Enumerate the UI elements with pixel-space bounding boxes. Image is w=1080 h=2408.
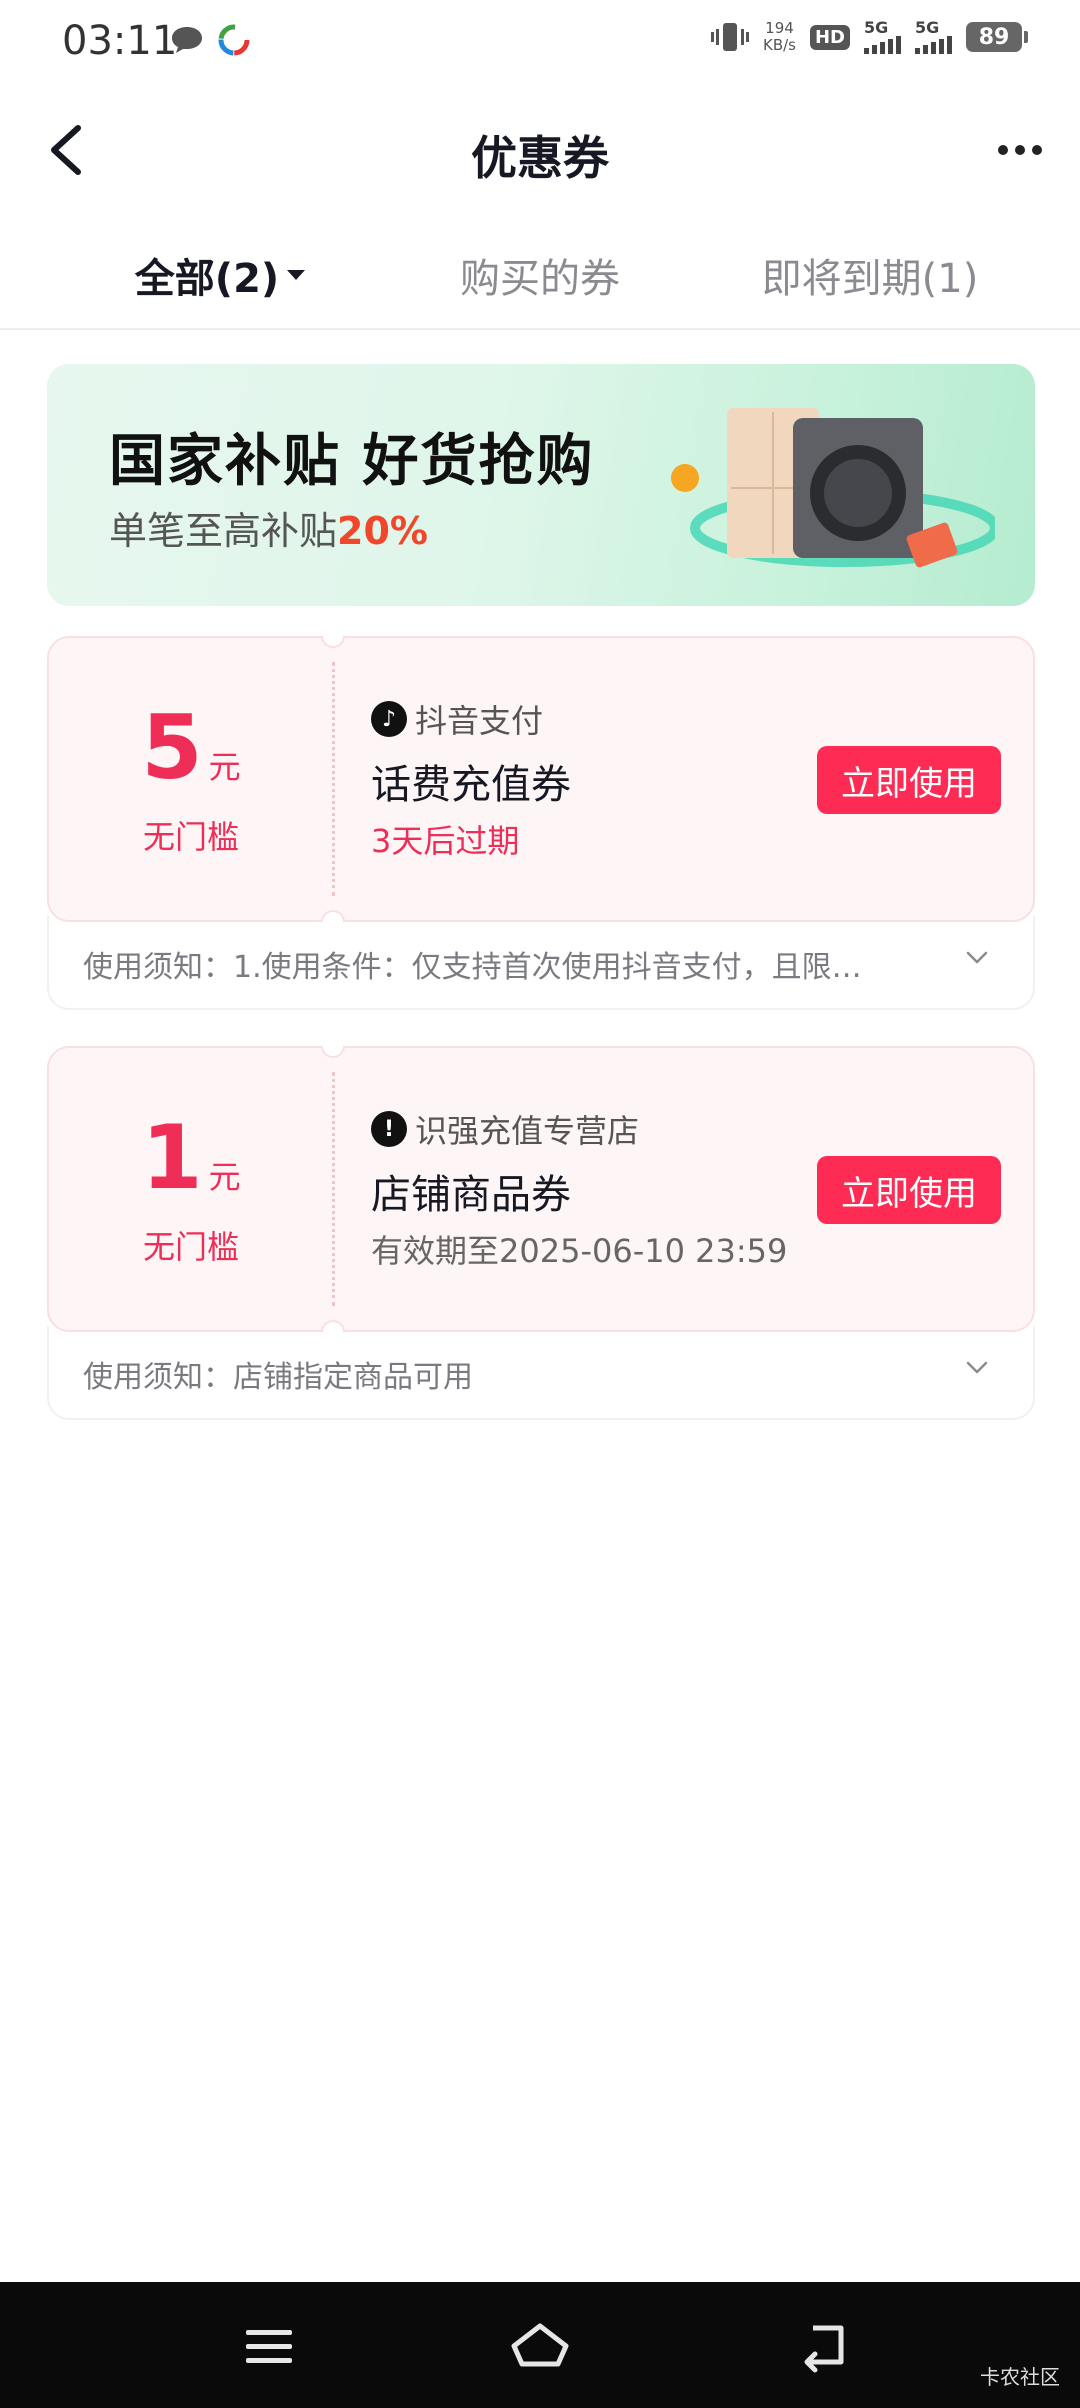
signal-1-label: 5G: [864, 18, 889, 37]
coupon-name: 店铺商品券: [371, 1172, 571, 1218]
signal-2: 5G: [915, 20, 952, 54]
hd-badge: HD: [809, 24, 850, 50]
coupon-expiry: 3天后过期: [371, 822, 520, 860]
tab-expiring[interactable]: 即将到期(1): [740, 240, 1000, 310]
coupon-merchant-name: 抖音支付: [415, 702, 544, 740]
coupon-amount-value: 1: [141, 1106, 203, 1209]
coupon-notch: [321, 1046, 345, 1058]
signal-2-label: 5G: [915, 18, 940, 37]
signal-bars-icon: [864, 36, 901, 54]
tab-bought[interactable]: 购买的券: [440, 240, 640, 310]
use-now-button[interactable]: 立即使用: [817, 1156, 1001, 1224]
more-dot-icon: [998, 145, 1008, 155]
appliance-illustration-icon: [671, 408, 995, 568]
shop-logo-icon: !: [371, 1111, 407, 1147]
coupon-notes[interactable]: 使用须知：1.使用条件：仅支持首次使用抖音支付，且限…: [47, 916, 1035, 1010]
coupon-body: 1元 无门槛 ! 识强充值专营店 店铺商品券 有效期至2025-06-10 23…: [47, 1046, 1035, 1332]
more-dot-icon: [1015, 145, 1025, 155]
message-icon: [172, 27, 202, 53]
coupon-merchant: ♪ 抖音支付: [371, 696, 543, 742]
coupon-amount: 5元: [49, 698, 333, 798]
coupon-amount-value: 5: [141, 696, 203, 799]
coupon-notes-text: 使用须知：店铺指定商品可用: [83, 1360, 473, 1395]
net-speed-unit: KB/s: [762, 36, 796, 54]
signal-bars-icon: [915, 36, 952, 54]
coupon-notes[interactable]: 使用须知：店铺指定商品可用: [47, 1326, 1035, 1420]
status-bar: 03:11 194 KB/s HD 5G 5G 89: [0, 0, 1080, 84]
chevron-down-icon[interactable]: [965, 946, 989, 970]
battery-level: 89: [978, 24, 1010, 50]
tab-all[interactable]: 全部(2): [120, 240, 320, 310]
back-icon[interactable]: [795, 2318, 855, 2374]
banner-subtitle-accent: 20%: [337, 509, 428, 553]
coupon-merchant-name: 识强充值专营店: [415, 1112, 640, 1150]
nav-bar: 优惠券: [0, 100, 1080, 200]
vibrate-icon: [710, 23, 749, 51]
coupon-threshold: 无门槛: [142, 818, 239, 856]
net-speed-value: 194: [765, 19, 794, 37]
more-dot-icon: [1032, 145, 1042, 155]
tab-bought-label: 购买的券: [460, 256, 620, 302]
coupon-expiry: 有效期至2025-06-10 23:59: [371, 1232, 788, 1270]
use-now-button[interactable]: 立即使用: [817, 746, 1001, 814]
status-time: 03:11: [62, 18, 178, 64]
banner-subtitle-prefix: 单笔至高补贴: [109, 509, 338, 553]
coupon-card: 1元 无门槛 ! 识强充值专营店 店铺商品券 有效期至2025-06-10 23…: [47, 1046, 1035, 1420]
coupon-threshold: 无门槛: [142, 1228, 239, 1266]
banner-title: 国家补贴 好货抢购: [109, 429, 595, 494]
system-nav-bar: 卡农社区: [0, 2282, 1080, 2408]
coupon-amount-unit: 元: [208, 1158, 241, 1196]
douyin-logo-icon: ♪: [371, 701, 407, 737]
coupon-amount: 1元: [49, 1108, 333, 1208]
battery-icon: 89: [966, 22, 1028, 52]
caret-down-icon: [287, 270, 306, 280]
chevron-down-icon[interactable]: [965, 1356, 989, 1380]
signal-1: 5G: [864, 20, 901, 54]
net-speed: 194 KB/s: [763, 20, 796, 54]
tab-expiring-label: 即将到期(1): [761, 256, 979, 302]
app-notification-icon: [218, 24, 250, 56]
page-title: 优惠券: [471, 131, 609, 185]
status-right-cluster: 194 KB/s HD 5G 5G 89: [710, 20, 1028, 54]
coupon-body: 5元 无门槛 ♪ 抖音支付 话费充值券 3天后过期 立即使用: [47, 636, 1035, 922]
coupon-card: 5元 无门槛 ♪ 抖音支付 话费充值券 3天后过期 立即使用 使用须知：1.使用…: [47, 636, 1035, 1010]
more-options-button[interactable]: [990, 122, 1050, 178]
coupon-name: 话费充值券: [371, 762, 571, 808]
coupon-merchant: ! 识强充值专营店: [371, 1106, 639, 1152]
watermark: 卡农社区: [980, 2365, 1060, 2389]
tab-all-label: 全部(2): [134, 256, 280, 302]
banner-subtitle: 单笔至高补贴20%: [109, 500, 428, 555]
menu-icon[interactable]: [240, 2318, 300, 2374]
coupon-amount-unit: 元: [208, 748, 241, 786]
coupon-notch: [321, 636, 345, 648]
promo-banner[interactable]: 国家补贴 好货抢购 单笔至高补贴20%: [47, 364, 1035, 606]
home-icon[interactable]: [510, 2318, 570, 2374]
coupon-notes-text: 使用须知：1.使用条件：仅支持首次使用抖音支付，且限…: [83, 950, 862, 985]
coupon-tabs: 全部(2) 购买的券 即将到期(1): [0, 240, 1080, 330]
